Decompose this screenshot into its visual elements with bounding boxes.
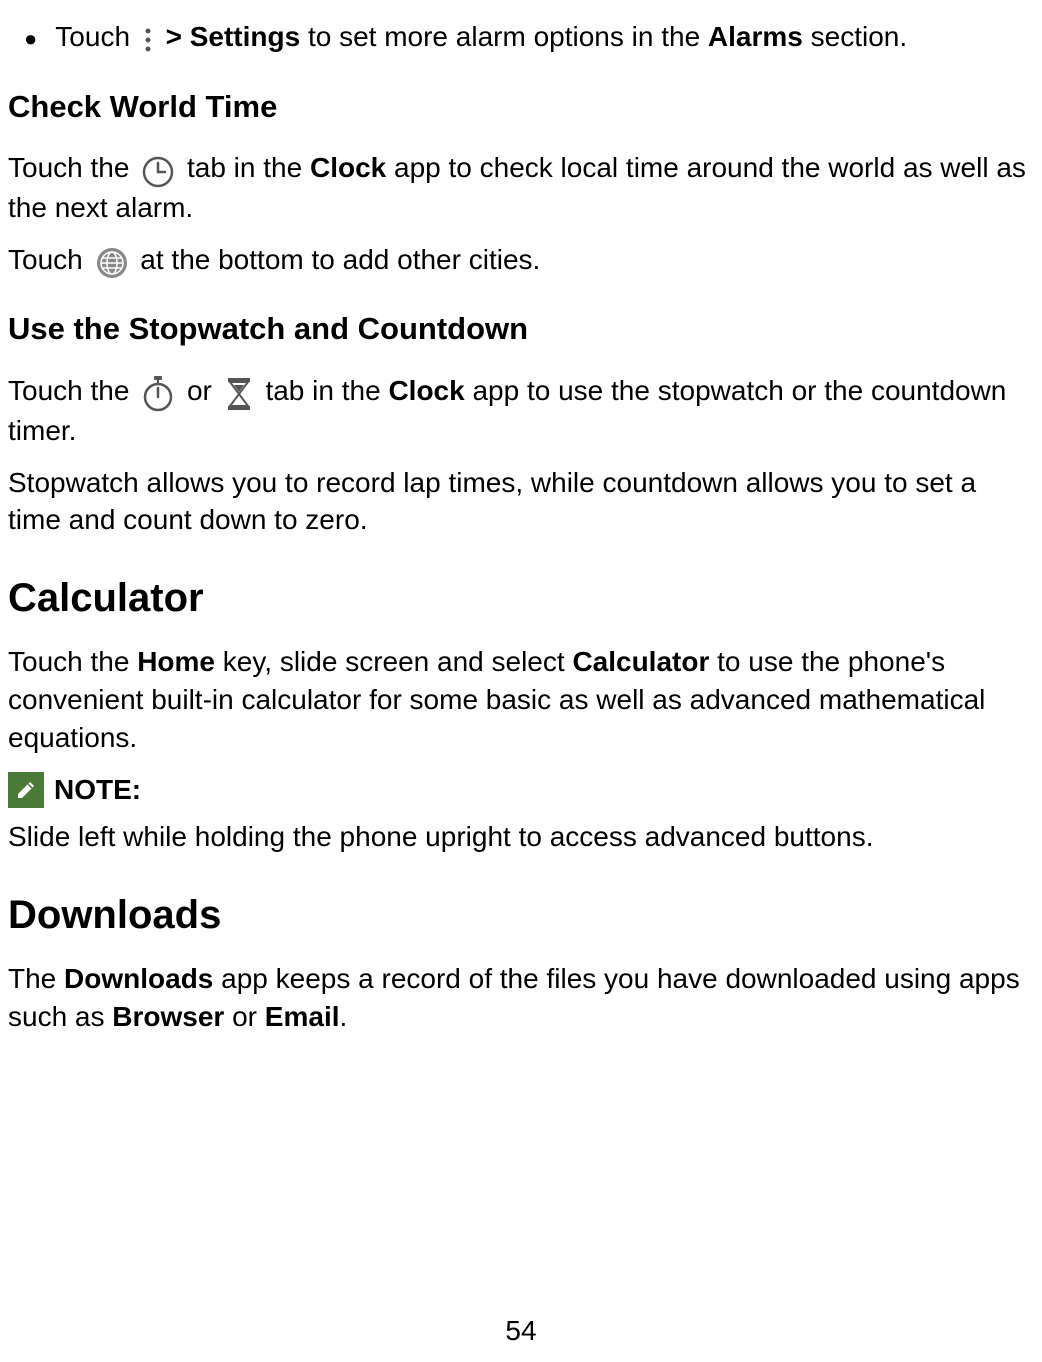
heading-calculator: Calculator [8, 571, 1034, 625]
hourglass-icon [224, 374, 254, 412]
note-pencil-icon [8, 772, 44, 808]
text-bold: > Settings [166, 21, 301, 52]
globe-add-icon [95, 242, 129, 280]
bullet-text: Touch > Settings to set more alarm optio… [55, 18, 1034, 58]
paragraph: Touch the or tab in the Clock app to use… [8, 372, 1034, 450]
text: tab in the [179, 152, 310, 183]
text-bold: Downloads [64, 963, 213, 994]
text-bold: Clock [388, 375, 464, 406]
text: Touch the [8, 152, 137, 183]
text-bold: Email [265, 1001, 340, 1032]
overflow-menu-icon [142, 20, 154, 58]
text-bold: Alarms [708, 21, 803, 52]
note-row: NOTE: [8, 771, 1034, 809]
bullet-list-item: ● Touch > Settings to set more alarm opt… [8, 18, 1034, 58]
bullet-marker: ● [24, 24, 37, 54]
paragraph: Slide left while holding the phone uprig… [8, 818, 1034, 856]
clock-icon [141, 151, 175, 189]
text: Touch [55, 21, 138, 52]
section-title-stopwatch: Use the Stopwatch and Countdown [8, 308, 1034, 350]
stopwatch-icon [141, 373, 175, 412]
heading-downloads: Downloads [8, 888, 1034, 942]
note-label: NOTE: [54, 771, 141, 809]
text-bold: Home [137, 646, 215, 677]
text [158, 21, 166, 52]
text: to set more alarm options in the [300, 21, 708, 52]
text: tab in the [258, 375, 389, 406]
text: or [179, 375, 219, 406]
text: The [8, 963, 64, 994]
text: . [340, 1001, 348, 1032]
text: or [224, 1001, 264, 1032]
text: key, slide screen and select [215, 646, 572, 677]
paragraph: Stopwatch allows you to record lap times… [8, 464, 1034, 540]
text: section. [803, 21, 907, 52]
page-number: 54 [505, 1312, 536, 1350]
text: Touch the [8, 646, 137, 677]
text: at the bottom to add other cities. [133, 244, 541, 275]
text-bold: Browser [112, 1001, 224, 1032]
section-title-world-time: Check World Time [8, 86, 1034, 128]
paragraph: The Downloads app keeps a record of the … [8, 960, 1034, 1036]
paragraph: Touch the Home key, slide screen and sel… [8, 643, 1034, 756]
paragraph: Touch at the bottom to add other cities. [8, 241, 1034, 281]
paragraph: Touch the tab in the Clock app to check … [8, 149, 1034, 226]
text-bold: Clock [310, 152, 386, 183]
text-bold: Calculator [572, 646, 709, 677]
text: Touch the [8, 375, 137, 406]
text: Touch [8, 244, 91, 275]
